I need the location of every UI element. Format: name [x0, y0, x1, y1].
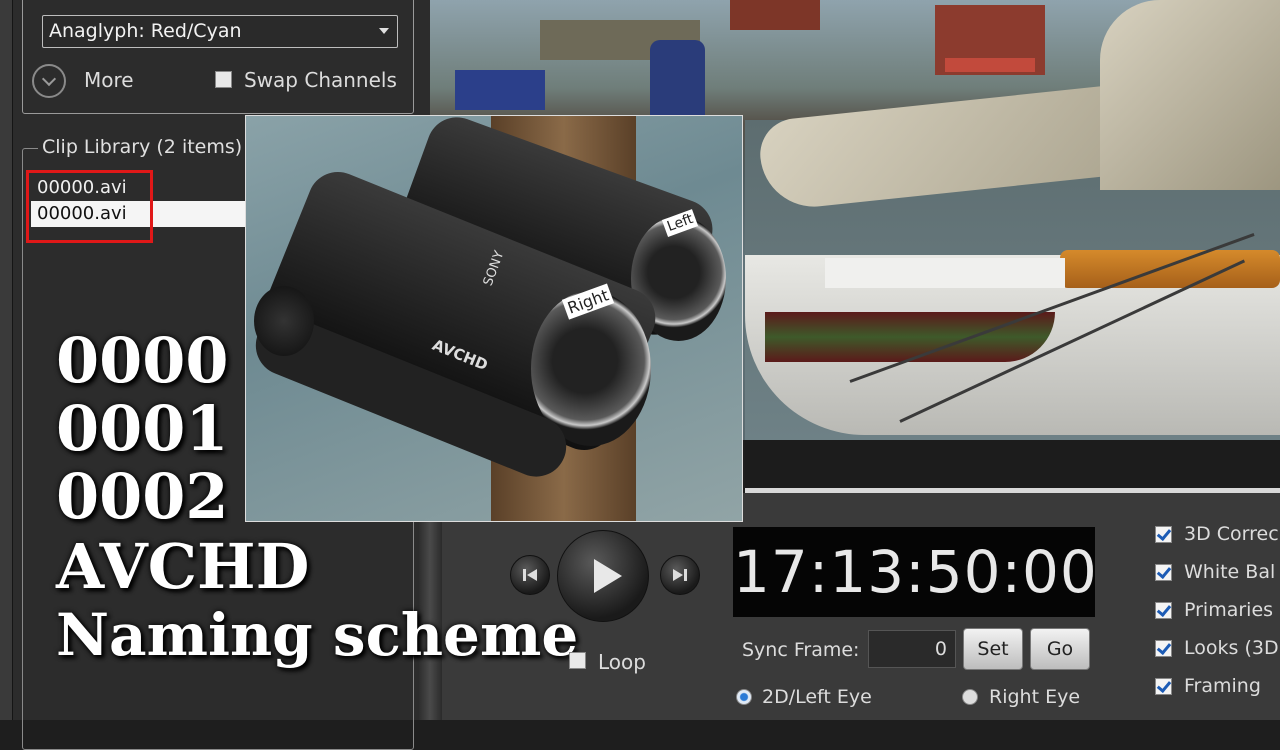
- swap-channels-checkbox[interactable]: [215, 71, 232, 88]
- correction-framing-label: Framing: [1184, 675, 1261, 697]
- harbor-building: [730, 0, 820, 30]
- more-expand-button[interactable]: [32, 64, 66, 98]
- skip-back-icon: [523, 569, 537, 581]
- skip-forward-icon: [673, 569, 687, 581]
- right-eye-label: Right Eye: [989, 686, 1081, 708]
- sync-frame-input[interactable]: 0: [868, 630, 956, 668]
- correction-white-balance-checkbox[interactable]: [1155, 564, 1172, 581]
- white-deck: [825, 258, 1065, 288]
- blue-figure: [650, 40, 705, 115]
- orange-boom: [1060, 250, 1280, 288]
- camera-dial: [254, 286, 314, 356]
- correction-primaries-checkbox[interactable]: [1155, 602, 1172, 619]
- overlay-line-1: 0000: [56, 324, 229, 397]
- inset-camera-photo: Left Right SONY AVCHD: [245, 115, 743, 522]
- sync-frame-label: Sync Frame:: [742, 639, 860, 661]
- overlay-line-5: Naming scheme: [56, 601, 579, 669]
- loop-label: Loop: [598, 650, 646, 674]
- hull-trim: [765, 312, 1055, 362]
- go-button[interactable]: Go: [1030, 628, 1090, 670]
- next-button[interactable]: [660, 555, 700, 595]
- chevron-down-icon: [379, 28, 389, 34]
- correction-3d-label: 3D Correc: [1184, 523, 1279, 545]
- blue-boat: [455, 70, 545, 110]
- right-eye-radio[interactable]: [962, 689, 978, 705]
- swap-channels-label: Swap Channels: [244, 68, 397, 92]
- overlay-line-3: 0002: [56, 460, 229, 533]
- correction-primaries-label: Primaries: [1184, 599, 1274, 621]
- left-eye-radio[interactable]: [736, 689, 752, 705]
- correction-framing-checkbox[interactable]: [1155, 678, 1172, 695]
- left-edge-strip: [0, 0, 13, 720]
- play-button[interactable]: [557, 530, 649, 622]
- overlay-line-4: AVCHD: [56, 530, 310, 603]
- correction-white-balance-label: White Bal: [1184, 561, 1276, 583]
- correction-3d-checkbox[interactable]: [1155, 526, 1172, 543]
- clip-library-title: Clip Library (2 items): [38, 136, 247, 158]
- left-eye-label: 2D/Left Eye: [762, 686, 872, 708]
- play-icon: [594, 559, 622, 593]
- stereo-mode-value: Anaglyph: Red/Cyan: [49, 20, 242, 42]
- correction-looks-checkbox[interactable]: [1155, 640, 1172, 657]
- clip-highlight-box: [26, 170, 153, 243]
- awning: [945, 58, 1035, 72]
- previous-button[interactable]: [510, 555, 550, 595]
- more-label: More: [84, 68, 134, 92]
- timecode-display: 17:13:50:00: [733, 527, 1097, 617]
- stereo-mode-dropdown[interactable]: Anaglyph: Red/Cyan: [42, 15, 398, 48]
- video-letterbox: [745, 440, 1280, 488]
- furled-sail-top: [1100, 0, 1280, 190]
- set-button[interactable]: Set: [963, 628, 1023, 670]
- overlay-line-2: 0001: [56, 392, 229, 465]
- loop-checkbox[interactable]: [569, 652, 586, 669]
- correction-looks-label: Looks (3D: [1184, 637, 1279, 659]
